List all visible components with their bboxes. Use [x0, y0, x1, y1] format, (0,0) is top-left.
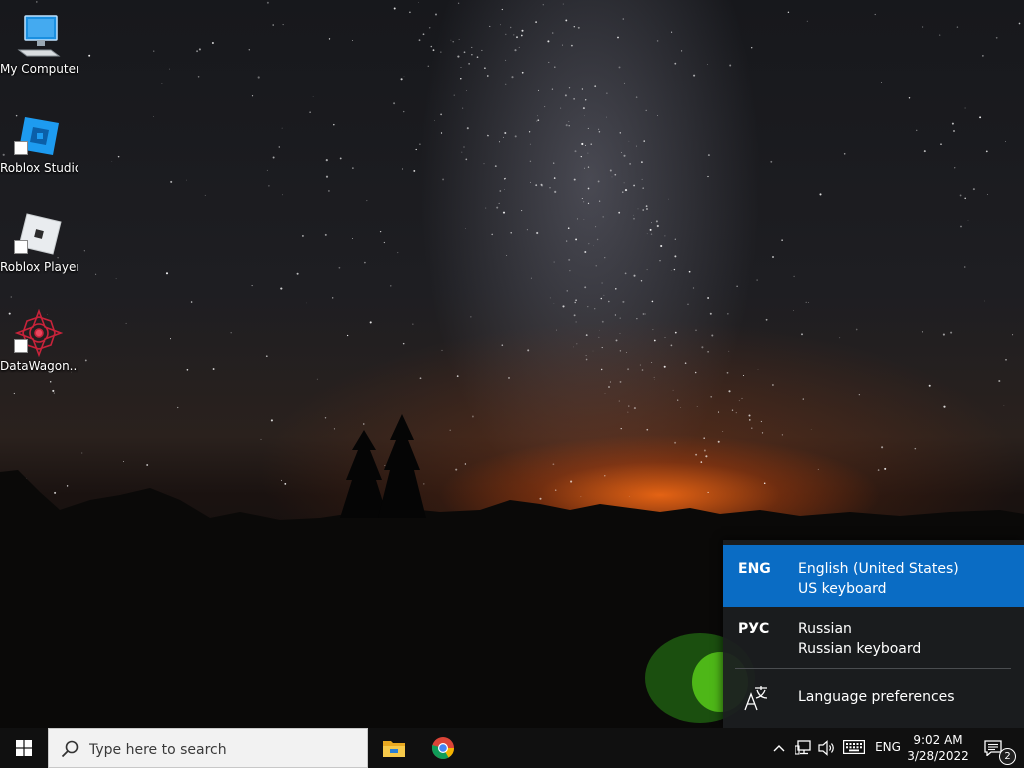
shortcut-arrow-icon — [14, 339, 28, 353]
language-name: Russian — [798, 621, 852, 637]
keyboard-layout: US keyboard — [798, 581, 887, 597]
network-icon — [795, 740, 811, 755]
language-flyout: ENG English (United States) US keyboard … — [723, 540, 1024, 728]
language-settings-icon — [744, 686, 768, 711]
taskbar-file-explorer[interactable] — [370, 728, 418, 768]
language-option-english[interactable]: ENG English (United States) US keyboard — [723, 545, 1024, 607]
desktop: My Computer Roblox Studio Roblox Player — [0, 0, 1024, 728]
notification-count-badge: 2 — [999, 748, 1016, 765]
show-hidden-icons-button[interactable] — [768, 728, 790, 768]
desktop-icon-datawagon[interactable]: DataWagon... — [0, 301, 78, 391]
search-icon — [61, 740, 79, 758]
language-option-russian[interactable]: РУС Russian Russian keyboard — [723, 605, 1024, 667]
language-name: English (United States) — [798, 561, 959, 577]
action-center-button[interactable]: 2 — [978, 728, 1024, 768]
network-tray-button[interactable] — [792, 728, 814, 768]
volume-tray-button[interactable] — [815, 728, 837, 768]
taskbar: ENG 9:02 AM 3/28/2022 2 — [0, 728, 1024, 768]
flyout-divider — [735, 668, 1011, 669]
start-button[interactable] — [0, 728, 48, 768]
shortcut-arrow-icon — [14, 141, 28, 155]
language-code: РУС — [738, 621, 770, 637]
desktop-icon-roblox-studio[interactable]: Roblox Studio — [0, 103, 78, 193]
desktop-icon-label: Roblox Player — [0, 260, 78, 274]
chrome-icon — [432, 737, 454, 759]
desktop-icon-my-computer[interactable]: My Computer — [0, 4, 78, 94]
chevron-up-icon — [773, 745, 785, 752]
desktop-icon-label: DataWagon... — [0, 359, 78, 373]
file-explorer-icon — [383, 741, 405, 757]
keyboard-layout: Russian keyboard — [798, 641, 922, 657]
clock-date: 3/28/2022 — [907, 749, 969, 763]
taskbar-search-box[interactable] — [48, 728, 368, 768]
windows-logo-icon — [16, 740, 32, 756]
touch-keyboard-button[interactable] — [841, 728, 867, 768]
keyboard-icon — [843, 740, 865, 754]
desktop-icon-label: My Computer — [0, 62, 78, 76]
shortcut-arrow-icon — [14, 240, 28, 254]
computer-icon — [17, 15, 61, 57]
language-preferences-link[interactable]: Language preferences — [723, 672, 1024, 728]
input-language-indicator[interactable]: ENG — [868, 740, 908, 754]
search-input[interactable] — [87, 738, 361, 762]
desktop-icon-roblox-player[interactable]: Roblox Player — [0, 202, 78, 292]
clock[interactable]: 9:02 AM 3/28/2022 — [906, 731, 970, 764]
clock-time: 9:02 AM — [913, 733, 963, 747]
speaker-icon — [818, 740, 834, 756]
desktop-icon-label: Roblox Studio — [0, 161, 78, 175]
taskbar-chrome[interactable] — [419, 728, 467, 768]
language-code: ENG — [738, 561, 771, 577]
language-preferences-label: Language preferences — [798, 689, 955, 705]
